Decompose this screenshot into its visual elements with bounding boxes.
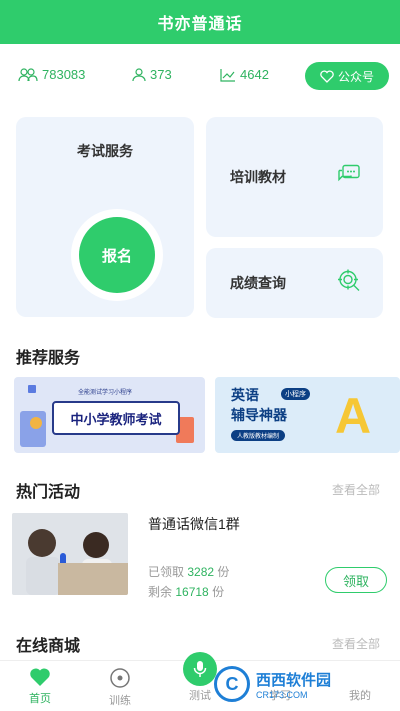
claim-label: 领取 [342,573,369,589]
score-query-card[interactable]: 成绩查询 [206,248,383,318]
remaining-prefix: 剩余 [148,585,173,599]
banner2-title-line1: 英语 [231,387,259,403]
recommended-section-title: 推荐服务 [16,350,81,367]
banner-teacher-exam[interactable]: 全能测试学习小程序 中小学教师考试 [14,377,205,453]
mall-view-all-link[interactable]: 查看全部 [332,635,380,652]
banner1-text: 中小学教师考试 [52,401,180,435]
official-account-button[interactable]: 公众号 [305,62,389,90]
stat-people-value: 373 [150,67,172,82]
exam-service-card: 考试服务 报名 [16,117,194,317]
claimed-unit: 份 [217,565,230,579]
watermark-main: 西西软件园 [256,671,332,689]
score-query-label: 成绩查询 [230,275,286,291]
remaining-unit: 份 [212,585,225,599]
target-icon [110,668,130,688]
stat-people: 373 [132,67,172,82]
claim-button[interactable]: 领取 [325,567,387,593]
banner2-title-line2: 辅导神器 [231,407,287,423]
claimed-count: 3282 [187,565,215,579]
banner2-title: 英语 辅导神器 [231,385,287,425]
mall-section-title: 在线商城 [16,638,81,655]
microphone-icon [193,661,207,677]
stat-trend-value: 4642 [240,67,269,82]
heart-filled-icon [30,668,50,686]
microphone-button[interactable] [183,652,217,686]
banner1-tag: 全能测试学习小程序 [78,390,133,396]
page-title: 书亦普通话 [157,16,243,33]
signup-button[interactable]: 报名 [79,217,155,293]
activity-remaining-line: 剩余 16718 份 [148,583,224,600]
banner2-letter: A [335,388,372,444]
hot-activities-title: 热门活动 [16,484,81,501]
exam-service-label: 考试服务 [77,143,133,159]
chat-bubble-icon [337,164,361,191]
users-icon [18,67,38,81]
watermark-logo-icon: C [214,666,250,702]
activity-claimed-line: 已领取 3282 份 [148,563,229,580]
watermark-url: CR173.COM [256,689,308,700]
banner2-tag: 小程序 [281,388,310,400]
stat-users-value: 783083 [42,67,86,82]
signup-label: 报名 [101,247,132,265]
hot-view-all-link[interactable]: 查看全部 [332,481,380,498]
tab-training-label: 训练 [109,695,131,707]
banner2-sub: 人教版教材编制 [231,430,286,441]
search-target-icon [337,269,361,298]
official-account-label: 公众号 [337,69,374,84]
stat-users: 783083 [18,67,85,82]
claimed-prefix: 已领取 [148,565,185,579]
person-icon [132,67,146,81]
tab-training[interactable]: 训练 [90,667,150,708]
heart-icon [320,69,334,83]
tab-test-label: 测试 [189,690,211,702]
watermark-text: 西西软件园 CR173.COM [256,669,331,700]
trend-chart-icon [220,68,235,82]
watermark-logo-letter: C [225,673,239,694]
banner-english-tutor[interactable]: 英语 辅导神器 小程序 人教版教材编制 A [215,377,400,453]
training-materials-label: 培训教材 [230,169,286,185]
remaining-count: 16718 [175,585,209,599]
training-materials-card[interactable]: 培训教材 [206,117,383,237]
site-watermark: C 西西软件园 CR173.COM [214,664,384,704]
stat-trend: 4642 [220,67,269,82]
activity-thumbnail [12,513,128,595]
app-header: 书亦普通话 [0,0,400,44]
tab-home-label: 首页 [29,693,51,705]
activity-name: 普通话微信1群 [148,516,240,532]
tab-home[interactable]: 首页 [10,667,70,706]
